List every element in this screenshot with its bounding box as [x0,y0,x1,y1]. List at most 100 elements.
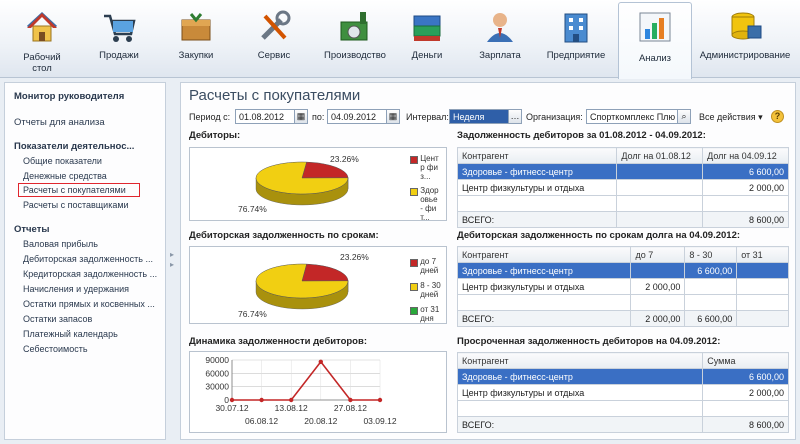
table-row[interactable]: Центр физкультуры и отдыха 2 000,00 [456,278,789,295]
data-point[interactable] [377,397,383,403]
sections-panel: Рабочий стол Продажи Закупки Сервис Прои… [0,0,800,79]
search-icon[interactable]: ⌕ [677,109,691,124]
legend-label: до 7 дней [420,257,439,275]
nav-reports-for-analysis[interactable]: Отчеты для анализа [14,117,105,128]
section-money[interactable]: Деньги [400,4,454,74]
nav-reports-header[interactable]: Отчеты [14,224,49,235]
section-service[interactable]: Сервис [238,4,310,74]
interval-select[interactable]: Неделя [449,109,509,124]
sales-icon [104,14,136,42]
y-tick-label: 60000 [205,368,229,378]
data-point[interactable] [259,397,264,403]
section-label: Рабочий стол [23,52,61,74]
nav-item-customer-settlements[interactable]: Расчеты с покупателями [23,185,126,195]
table-total-row: ВСЕГО: 2 000,00 6 600,00 [456,310,789,327]
table-cell [736,278,789,295]
table-row[interactable]: Здоровье - фитнесс-центр 6 600,00 [456,368,789,385]
column-header[interactable]: Долг на 01.08.12 [616,147,704,164]
section-salary[interactable]: Зарплата [470,4,530,74]
period-from-field[interactable]: 01.08.2012 [235,109,295,124]
table-row[interactable]: Центр физкультуры и отдыха 2 000,00 [456,179,789,196]
table-cell [616,211,704,228]
nav-item-general-indicators[interactable]: Общие показатели [23,156,102,166]
pie-slice[interactable] [301,263,349,282]
section-label: Производство [324,50,386,61]
table-cell: Центр физкультуры и отдыха [456,179,618,196]
table-cell: 8 600,00 [702,416,789,433]
section-label: Сервис [257,50,291,61]
period-from-label: Период с: [189,112,231,122]
chevron-down-icon: ▾ [758,112,763,122]
calendar-icon[interactable]: ▦ [294,109,308,124]
column-header[interactable]: от 31 [736,246,789,263]
section-sales[interactable]: Продажи [84,4,154,74]
data-point[interactable] [289,397,294,403]
section-analysis[interactable]: Анализ [618,2,692,79]
table-cell: 8 600,00 [702,211,789,228]
table-cell [736,262,789,279]
section-label: Анализ [638,53,672,64]
nav-monitor[interactable]: Монитор руководителя [14,91,124,102]
column-header[interactable]: Сумма [702,352,789,369]
section-desktop[interactable]: Рабочий стол [6,4,78,74]
nav-report-payables[interactable]: Кредиторская задолженность ... [23,269,157,279]
column-header[interactable]: 8 - 30 [684,246,738,263]
section-production[interactable]: Производство [314,4,396,74]
nav-report-gross-profit[interactable]: Валовая прибыль [23,239,98,249]
purchases-icon [181,13,211,41]
data-point[interactable] [318,359,323,364]
series-line [232,360,380,401]
section-enterprise[interactable]: Предприятие [536,4,616,74]
overdue-table-title: Просроченная задолженность дебиторов на … [457,336,721,347]
column-header[interactable]: Долг на 04.09.12 [702,147,789,164]
terms-table: Контрагент до 7 8 - 30 от 31 Здоровье - … [456,246,789,327]
table-row[interactable]: Центр физкультуры и отдыха 2 000,00 [456,384,789,401]
column-header[interactable]: до 7 [630,246,686,263]
splitter-arrow-icon: ▸ [170,250,175,259]
legend-label: от 31 дня [420,305,440,323]
period-to-field[interactable]: 04.09.2012 [327,109,387,124]
table-cell [616,179,704,196]
data-point[interactable] [348,397,353,403]
help-button[interactable]: ? [771,110,784,123]
section-label: Деньги [411,50,443,61]
ellipsis-icon[interactable]: … [508,109,522,124]
debt-by-term-pie-svg: 23.26% 76.74% [238,252,369,319]
legend-swatch [410,307,418,315]
nav-item-supplier-settlements[interactable]: Расчеты с поставщиками [23,200,129,210]
dynamics-line-chart: 90000 60000 30000 0 30.07.12 06.08.12 13.08.12… [189,351,447,433]
organization-field[interactable]: Спорткомплекс Плю [586,109,678,124]
x-tick-label: 30.07.12 [215,403,248,413]
table-row[interactable]: Здоровье - фитнесс-центр 6 600,00 [456,163,789,180]
pie-label-large: 76.74% [238,204,267,214]
debt-table-title: Задолженность дебиторов за 01.08.2012 - … [457,130,706,141]
service-icon [261,10,291,40]
navigation-panel: Монитор руководителя Отчеты для анализа … [4,82,166,440]
section-purchases[interactable]: Закупки [160,4,232,74]
column-header[interactable]: Контрагент [456,352,704,369]
panel-splitter[interactable]: ▸ ▸ [167,82,179,440]
calendar-icon[interactable]: ▦ [386,109,400,124]
nav-indicators-header[interactable]: Показатели деятельнос... [14,141,134,152]
table-row[interactable]: Здоровье - фитнесс-центр 6 600,00 [456,262,789,279]
debt-table: Контрагент Долг на 01.08.12 Долг на 04.0… [456,147,789,228]
nav-report-accruals[interactable]: Начисления и удержания [23,284,129,294]
column-header[interactable]: Контрагент [456,147,618,164]
debt-by-term-pie-chart: 23.26% 76.74% до 7 дней 8 - 30 дней от 3… [189,246,447,324]
section-administration[interactable]: Администрирование [696,4,794,74]
nav-report-cost-price[interactable]: Себестоимость [23,344,88,354]
data-point[interactable] [229,397,235,403]
nav-report-inventory[interactable]: Остатки запасов [23,314,92,324]
enterprise-icon [564,13,588,43]
column-header[interactable]: Контрагент [456,246,632,263]
nav-report-receivables[interactable]: Дебиторская задолженность ... [23,254,153,264]
table-row-empty [456,294,789,311]
nav-report-cost-balances[interactable]: Остатки прямых и косвенных ... [23,299,155,309]
section-label: Продажи [99,50,139,61]
nav-item-cash[interactable]: Денежные средства [23,171,107,181]
table-cell: Здоровье - фитнесс-центр [456,163,618,180]
all-actions-menu[interactable]: Все действия ▾ [699,112,763,123]
nav-report-payment-calendar[interactable]: Платежный календарь [23,329,118,339]
pie-slice[interactable] [301,161,349,179]
section-label: Закупки [178,50,214,61]
